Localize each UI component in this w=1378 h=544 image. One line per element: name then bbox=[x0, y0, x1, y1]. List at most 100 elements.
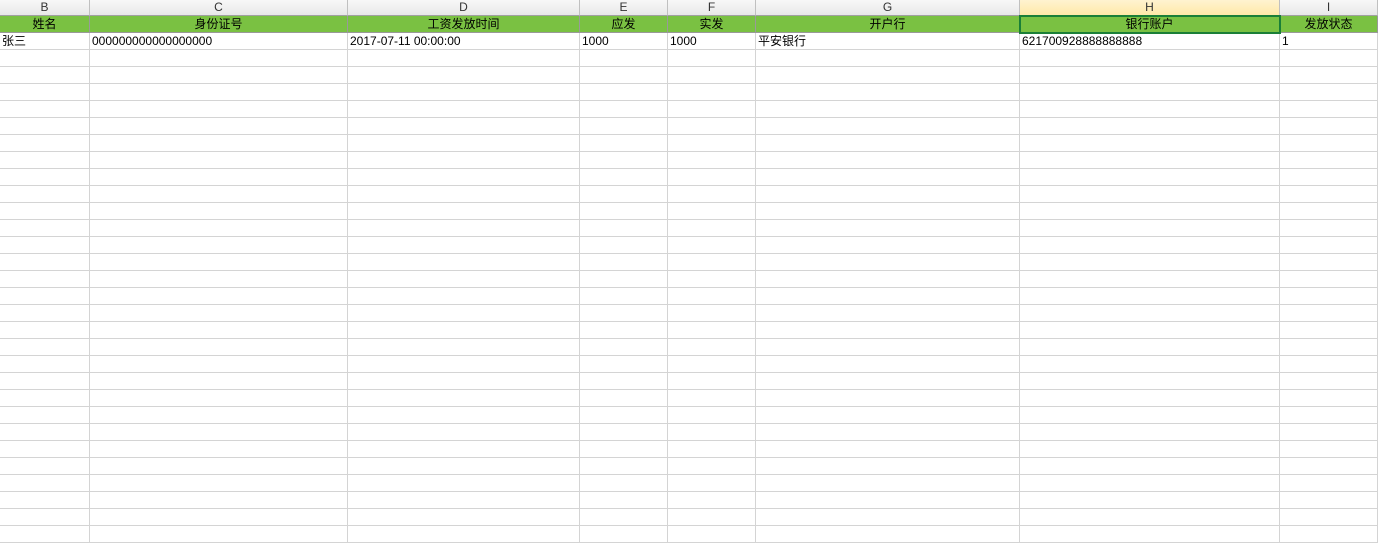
cell-F[interactable] bbox=[668, 458, 756, 475]
column-letter-I[interactable]: I bbox=[1280, 0, 1378, 16]
cell-G[interactable] bbox=[756, 509, 1020, 526]
cell-E[interactable] bbox=[580, 390, 668, 407]
cell-G[interactable] bbox=[756, 526, 1020, 543]
cell-E[interactable] bbox=[580, 67, 668, 84]
cell-D[interactable] bbox=[348, 152, 580, 169]
cell-B[interactable] bbox=[0, 407, 90, 424]
cell-B[interactable] bbox=[0, 356, 90, 373]
cell-I[interactable] bbox=[1280, 203, 1378, 220]
cell-H[interactable] bbox=[1020, 84, 1280, 101]
cell-I[interactable] bbox=[1280, 220, 1378, 237]
cell-E[interactable] bbox=[580, 356, 668, 373]
cell-D[interactable] bbox=[348, 186, 580, 203]
cell-F[interactable] bbox=[668, 135, 756, 152]
cell-I[interactable] bbox=[1280, 373, 1378, 390]
cell-D[interactable] bbox=[348, 101, 580, 118]
cell-G[interactable] bbox=[756, 356, 1020, 373]
cell-H[interactable] bbox=[1020, 305, 1280, 322]
cell-F[interactable] bbox=[668, 339, 756, 356]
cell-H[interactable] bbox=[1020, 135, 1280, 152]
cell-C[interactable] bbox=[90, 492, 348, 509]
cell-E[interactable] bbox=[580, 424, 668, 441]
cell-G[interactable] bbox=[756, 118, 1020, 135]
cell-E[interactable] bbox=[580, 288, 668, 305]
cell-G[interactable] bbox=[756, 492, 1020, 509]
cell-I[interactable] bbox=[1280, 356, 1378, 373]
cell-B[interactable] bbox=[0, 152, 90, 169]
cell-C[interactable] bbox=[90, 203, 348, 220]
cell-I[interactable] bbox=[1280, 305, 1378, 322]
column-letter-F[interactable]: F bbox=[668, 0, 756, 16]
cell-I[interactable] bbox=[1280, 339, 1378, 356]
cell-F[interactable] bbox=[668, 407, 756, 424]
cell-H[interactable] bbox=[1020, 526, 1280, 543]
cell-D[interactable] bbox=[348, 237, 580, 254]
cell-I[interactable] bbox=[1280, 441, 1378, 458]
cell-G[interactable] bbox=[756, 237, 1020, 254]
cell-E[interactable] bbox=[580, 84, 668, 101]
cell-C[interactable] bbox=[90, 254, 348, 271]
cell-I[interactable] bbox=[1280, 254, 1378, 271]
cell-F[interactable] bbox=[668, 373, 756, 390]
cell-H[interactable] bbox=[1020, 322, 1280, 339]
cell-B[interactable] bbox=[0, 203, 90, 220]
cell-C[interactable] bbox=[90, 322, 348, 339]
cell-G[interactable] bbox=[756, 305, 1020, 322]
cell-F[interactable] bbox=[668, 186, 756, 203]
cell-B[interactable] bbox=[0, 84, 90, 101]
cell-E[interactable] bbox=[580, 220, 668, 237]
cell-F[interactable] bbox=[668, 492, 756, 509]
cell-C[interactable] bbox=[90, 305, 348, 322]
cell-H[interactable] bbox=[1020, 220, 1280, 237]
cell-C[interactable] bbox=[90, 50, 348, 67]
cell-I[interactable] bbox=[1280, 118, 1378, 135]
cell-H[interactable] bbox=[1020, 441, 1280, 458]
cell-H[interactable] bbox=[1020, 186, 1280, 203]
cell-C[interactable] bbox=[90, 339, 348, 356]
cell-E[interactable] bbox=[580, 492, 668, 509]
cell-F[interactable] bbox=[668, 288, 756, 305]
cell-G[interactable] bbox=[756, 203, 1020, 220]
header-cell-F[interactable]: 实发 bbox=[668, 16, 756, 33]
header-cell-C[interactable]: 身份证号 bbox=[90, 16, 348, 33]
cell-C[interactable] bbox=[90, 509, 348, 526]
cell-G[interactable] bbox=[756, 475, 1020, 492]
cell-I[interactable] bbox=[1280, 492, 1378, 509]
cell-C[interactable] bbox=[90, 526, 348, 543]
cell-H[interactable] bbox=[1020, 67, 1280, 84]
cell-B[interactable] bbox=[0, 254, 90, 271]
cell-G[interactable] bbox=[756, 288, 1020, 305]
cell-I[interactable] bbox=[1280, 424, 1378, 441]
cell-F[interactable] bbox=[668, 254, 756, 271]
cell-F[interactable] bbox=[668, 509, 756, 526]
cell-F[interactable] bbox=[668, 101, 756, 118]
cell-D[interactable] bbox=[348, 509, 580, 526]
cell-G[interactable] bbox=[756, 407, 1020, 424]
cell-D[interactable] bbox=[348, 424, 580, 441]
header-cell-D[interactable]: 工资发放时间 bbox=[348, 16, 580, 33]
cell-E[interactable] bbox=[580, 441, 668, 458]
cell-F[interactable] bbox=[668, 305, 756, 322]
cell-D[interactable] bbox=[348, 373, 580, 390]
cell-H[interactable]: 621700928888888888 bbox=[1020, 33, 1280, 50]
cell-G[interactable] bbox=[756, 271, 1020, 288]
cell-E[interactable] bbox=[580, 373, 668, 390]
cell-C[interactable] bbox=[90, 458, 348, 475]
cell-B[interactable] bbox=[0, 509, 90, 526]
cell-H[interactable] bbox=[1020, 373, 1280, 390]
cell-C[interactable] bbox=[90, 475, 348, 492]
cell-H[interactable] bbox=[1020, 237, 1280, 254]
cell-E[interactable] bbox=[580, 50, 668, 67]
cell-G[interactable] bbox=[756, 67, 1020, 84]
cell-B[interactable] bbox=[0, 475, 90, 492]
column-letter-B[interactable]: B bbox=[0, 0, 90, 16]
cell-D[interactable] bbox=[348, 492, 580, 509]
cell-H[interactable] bbox=[1020, 492, 1280, 509]
cell-G[interactable] bbox=[756, 84, 1020, 101]
cell-D[interactable] bbox=[348, 271, 580, 288]
cell-F[interactable]: 1000 bbox=[668, 33, 756, 50]
cell-F[interactable] bbox=[668, 390, 756, 407]
cell-B[interactable] bbox=[0, 118, 90, 135]
cell-I[interactable] bbox=[1280, 135, 1378, 152]
cell-H[interactable] bbox=[1020, 169, 1280, 186]
